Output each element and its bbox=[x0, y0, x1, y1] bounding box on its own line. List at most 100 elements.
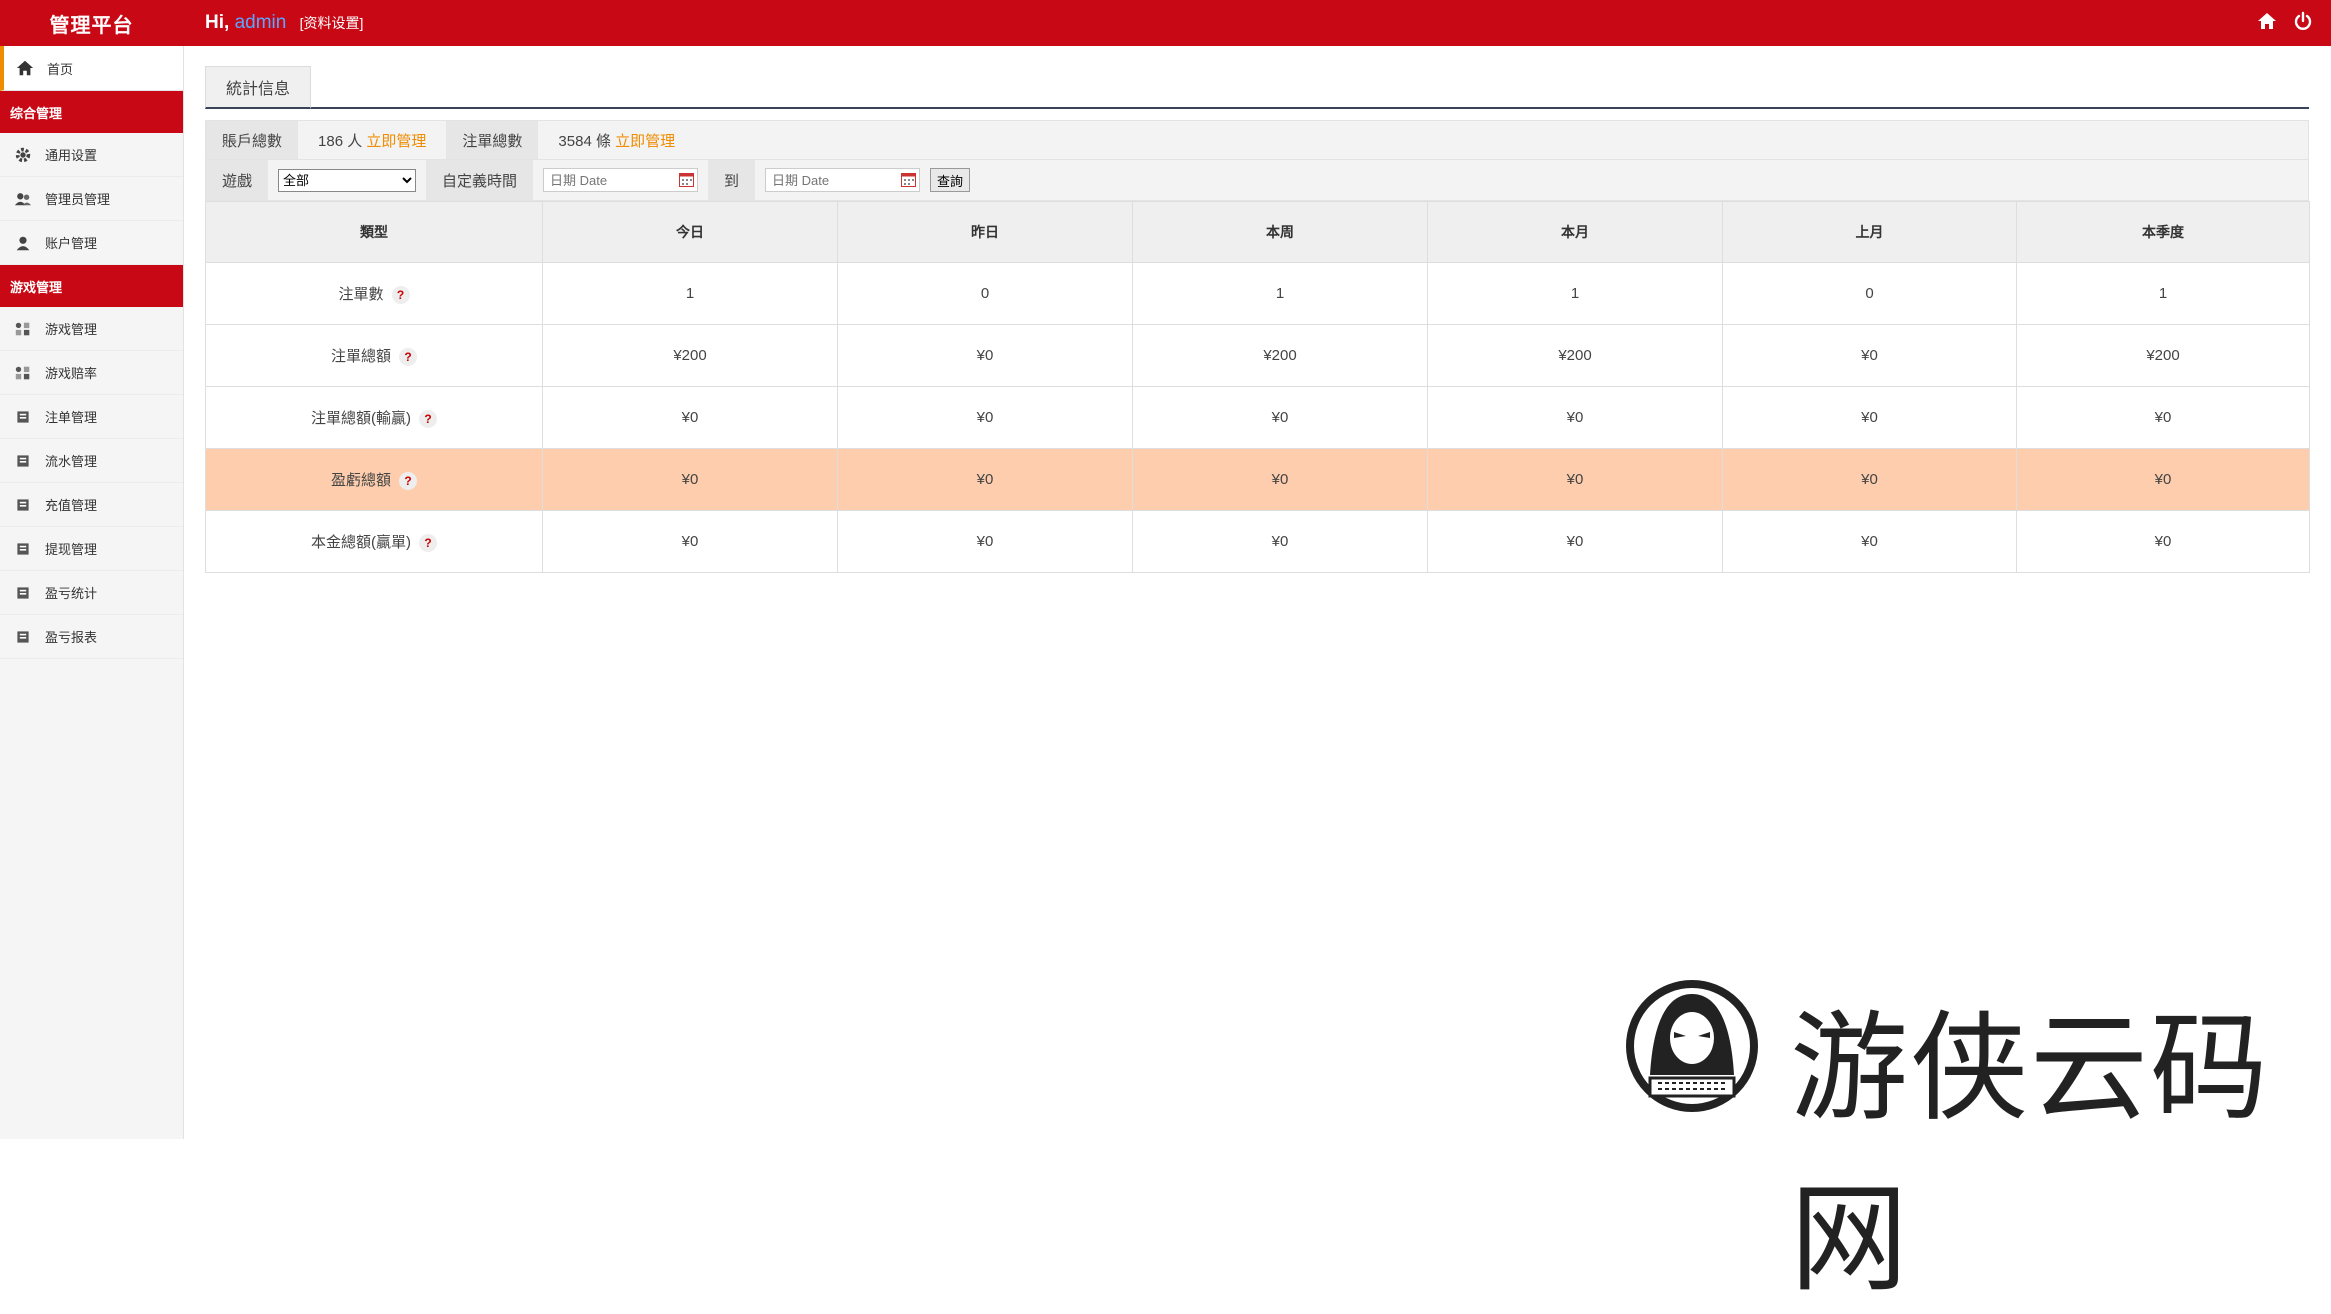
sidebar-item-label: 游戏赔率 bbox=[45, 366, 98, 381]
game-filter-label: 遊戲 bbox=[206, 160, 269, 200]
table-cell: ¥0 bbox=[1722, 386, 2017, 449]
grid-icon bbox=[12, 318, 34, 340]
table-cell: ¥0 bbox=[1427, 510, 1723, 573]
table-row: 注單總額? ¥200 ¥0 ¥200 ¥200 ¥0 ¥200 bbox=[205, 324, 2310, 387]
column-header: 類型 bbox=[205, 201, 543, 263]
table-cell: ¥0 bbox=[2016, 510, 2310, 573]
accounts-manage-link[interactable]: 立即管理 bbox=[366, 133, 426, 150]
tab-statistics[interactable]: 統計信息 bbox=[205, 66, 311, 109]
profile-settings-link[interactable]: [资料设置] bbox=[300, 15, 364, 31]
sidebar-item-label: 首页 bbox=[47, 61, 74, 77]
table-cell: ¥0 bbox=[2016, 448, 2310, 511]
row-label-cell: 本金總額(贏單)? bbox=[205, 510, 543, 573]
calendar-icon[interactable] bbox=[901, 172, 917, 187]
sidebar-item-game-odds[interactable]: 游戏赔率 bbox=[0, 351, 183, 395]
table-cell: ¥0 bbox=[542, 510, 838, 573]
sidebar-item-withdraw-management[interactable]: 提现管理 bbox=[0, 527, 183, 571]
custom-time-label: 自定義時間 bbox=[426, 160, 534, 200]
column-header: 本周 bbox=[1132, 201, 1428, 263]
sidebar-item-profit-stats[interactable]: 盈亏统计 bbox=[0, 571, 183, 615]
brand-title: 管理平台 bbox=[49, 14, 134, 37]
row-label-cell: 注單總額(輸贏)? bbox=[205, 386, 543, 449]
start-date-wrap bbox=[543, 168, 699, 192]
power-icon[interactable] bbox=[2293, 11, 2315, 33]
table-cell: ¥200 bbox=[2016, 324, 2310, 387]
table-cell: 1 bbox=[2016, 262, 2310, 325]
list-icon bbox=[12, 626, 34, 648]
sidebar-item-flow-management[interactable]: 流水管理 bbox=[0, 439, 183, 483]
table-cell: 0 bbox=[1722, 262, 2017, 325]
to-label: 到 bbox=[708, 160, 756, 200]
bets-total: 3584 條 立即管理 bbox=[538, 130, 695, 151]
sidebar-item-game-management[interactable]: 游戏管理 bbox=[0, 307, 183, 351]
main-content: 統計信息 賬戶總數 186 人 立即管理 注單總數 3584 條 立即管理 遊戲… bbox=[205, 66, 2310, 573]
top-bar: 管理平台 Hi, admin [资料设置] bbox=[0, 0, 2331, 46]
help-icon[interactable]: ? bbox=[399, 472, 417, 490]
table-cell: ¥0 bbox=[837, 448, 1133, 511]
row-label-cell: 注單總額? bbox=[205, 324, 543, 387]
table-cell: ¥0 bbox=[1132, 510, 1428, 573]
sidebar-item-bet-management[interactable]: 注单管理 bbox=[0, 395, 183, 439]
row-label: 注單總額(輸贏) bbox=[311, 410, 411, 427]
table-cell: ¥0 bbox=[542, 386, 838, 449]
help-icon[interactable]: ? bbox=[399, 348, 417, 366]
game-select[interactable]: 全部 bbox=[278, 168, 417, 192]
bets-total-value: 3584 條 bbox=[558, 132, 611, 150]
username-link[interactable]: admin bbox=[235, 12, 287, 33]
row-label: 盈虧總額 bbox=[330, 472, 391, 489]
table-cell: 0 bbox=[837, 262, 1133, 325]
stats-table: 類型 今日 昨日 本周 本月 上月 本季度 注單數? 1 0 1 1 0 1 注… bbox=[205, 201, 2310, 573]
sidebar-item-account-management[interactable]: 账户管理 bbox=[0, 221, 183, 265]
table-cell: ¥0 bbox=[837, 324, 1133, 387]
table-cell: ¥0 bbox=[1132, 386, 1428, 449]
table-cell: ¥0 bbox=[1722, 324, 2017, 387]
table-row: 注單數? 1 0 1 1 0 1 bbox=[205, 262, 2310, 325]
start-date-input[interactable] bbox=[543, 168, 699, 192]
sidebar-group-game[interactable]: 游戏管理 bbox=[0, 265, 183, 307]
bets-manage-link[interactable]: 立即管理 bbox=[615, 133, 675, 150]
sidebar-group-general[interactable]: 综合管理 bbox=[0, 91, 183, 133]
row-label: 注單數 bbox=[338, 286, 384, 303]
summary-bar: 賬戶總數 186 人 立即管理 注單總數 3584 條 立即管理 bbox=[205, 120, 2309, 160]
table-row-highlighted: 盈虧總額? ¥0 ¥0 ¥0 ¥0 ¥0 ¥0 bbox=[205, 448, 2310, 511]
table-header-row: 類型 今日 昨日 本周 本月 上月 本季度 bbox=[205, 201, 2310, 263]
sidebar: 首页 综合管理 通用设置 管理员管理 账户管理 游戏管理 游戏管理 游戏赔率 注… bbox=[0, 46, 184, 1139]
row-label-cell: 盈虧總額? bbox=[205, 448, 543, 511]
list-icon bbox=[12, 406, 34, 428]
table-cell: ¥0 bbox=[1427, 386, 1723, 449]
table-row: 注單總額(輸贏)? ¥0 ¥0 ¥0 ¥0 ¥0 ¥0 bbox=[205, 386, 2310, 449]
column-header: 上月 bbox=[1722, 201, 2017, 263]
column-header: 今日 bbox=[542, 201, 838, 263]
sidebar-item-home[interactable]: 首页 bbox=[0, 46, 183, 91]
watermark-text: 游侠云码网 bbox=[1790, 999, 2271, 1308]
table-cell: ¥200 bbox=[1427, 324, 1723, 387]
table-cell: 1 bbox=[1132, 262, 1428, 325]
sidebar-item-label: 流水管理 bbox=[45, 454, 98, 469]
table-cell: ¥0 bbox=[1132, 448, 1428, 511]
greeting: Hi, admin [资料设置] bbox=[205, 12, 363, 34]
row-label: 本金總額(贏單) bbox=[311, 534, 411, 551]
help-icon[interactable]: ? bbox=[419, 534, 437, 552]
sidebar-item-label: 管理员管理 bbox=[45, 192, 111, 207]
user-icon bbox=[12, 232, 34, 254]
help-icon[interactable]: ? bbox=[419, 410, 437, 428]
sidebar-item-general-settings[interactable]: 通用设置 bbox=[0, 133, 183, 177]
help-icon[interactable]: ? bbox=[391, 286, 410, 304]
sidebar-item-label: 充值管理 bbox=[45, 498, 98, 513]
list-icon bbox=[12, 582, 34, 604]
end-date-input[interactable] bbox=[765, 168, 921, 192]
accounts-total-label: 賬戶總數 bbox=[206, 121, 299, 159]
calendar-icon[interactable] bbox=[679, 172, 695, 187]
table-cell: ¥0 bbox=[542, 448, 838, 511]
hacker-logo-icon bbox=[1626, 980, 1758, 1112]
bets-total-label: 注單總數 bbox=[446, 121, 539, 159]
sidebar-item-profit-report[interactable]: 盈亏报表 bbox=[0, 615, 183, 659]
sidebar-item-label: 游戏管理 bbox=[45, 322, 98, 337]
grid-icon bbox=[12, 362, 34, 384]
query-button[interactable]: 查詢 bbox=[930, 168, 971, 192]
column-header: 本月 bbox=[1427, 201, 1723, 263]
sidebar-item-recharge-management[interactable]: 充值管理 bbox=[0, 483, 183, 527]
sidebar-item-label: 账户管理 bbox=[45, 236, 98, 251]
sidebar-item-admin-management[interactable]: 管理员管理 bbox=[0, 177, 183, 221]
home-icon[interactable] bbox=[2257, 11, 2279, 33]
